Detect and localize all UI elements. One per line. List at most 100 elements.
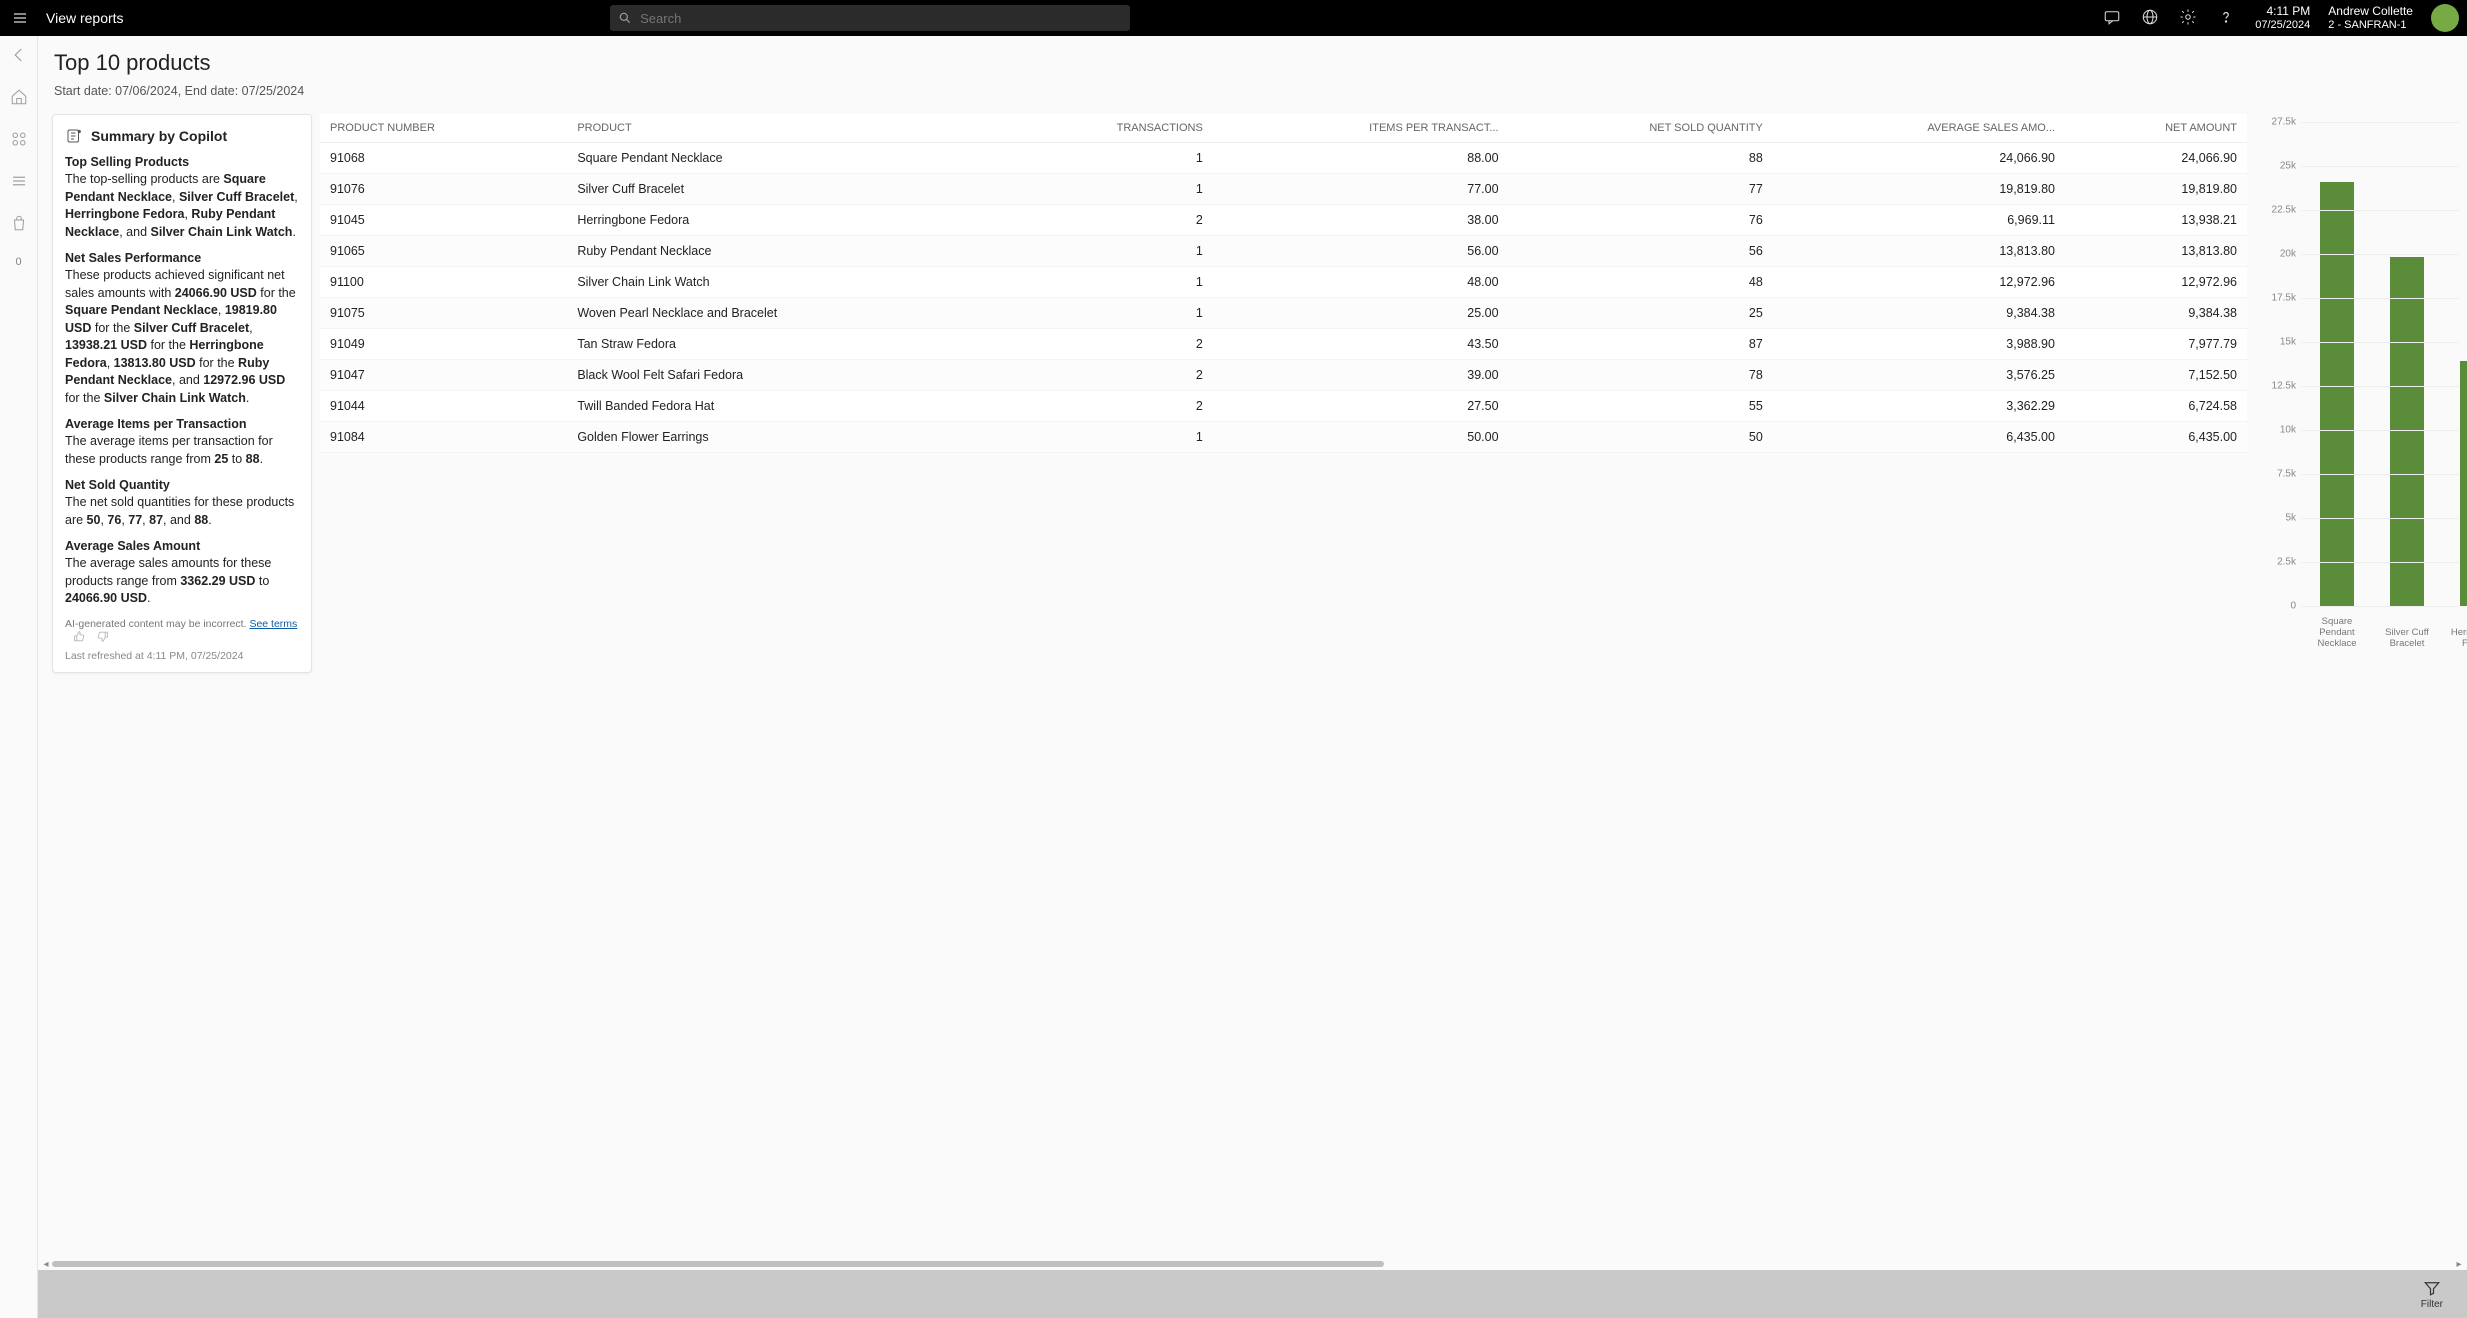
table-cell: 6,435.00	[2065, 422, 2247, 453]
table-cell: 6,435.00	[1773, 422, 2065, 453]
chart-bar[interactable]	[2320, 182, 2354, 606]
y-tick-label: 10k	[2280, 425, 2296, 436]
table-cell: 91068	[320, 143, 567, 174]
table-cell: 91044	[320, 391, 567, 422]
products-table: PRODUCT NUMBERPRODUCTTRANSACTIONSITEMS P…	[320, 114, 2247, 453]
filter-button[interactable]: Filter	[2421, 1279, 2443, 1310]
scrollbar-thumb[interactable]	[52, 1261, 1384, 1267]
table-cell: 3,988.90	[1773, 329, 2065, 360]
y-tick-label: 20k	[2280, 249, 2296, 260]
y-tick-label: 22.5k	[2272, 205, 2296, 216]
table-cell: 3,576.25	[1773, 360, 2065, 391]
table-cell: 78	[1509, 360, 1773, 391]
bag-icon[interactable]	[10, 214, 28, 232]
x-tick-label: Silver Cuff Bracelet	[2377, 628, 2437, 650]
table-row[interactable]: 91049Tan Straw Fedora243.50873,988.907,9…	[320, 329, 2247, 360]
table-cell: 12,972.96	[2065, 267, 2247, 298]
column-header[interactable]: ITEMS PER TRANSACT...	[1213, 114, 1509, 143]
table-cell: 43.50	[1213, 329, 1509, 360]
settings-icon[interactable]	[2179, 8, 2199, 28]
list-icon[interactable]	[10, 172, 28, 190]
back-icon[interactable]	[10, 46, 28, 64]
chat-icon[interactable]	[2103, 8, 2123, 28]
see-terms-link[interactable]: See terms	[249, 618, 297, 630]
thumbs-down-icon[interactable]	[96, 630, 109, 643]
table-row[interactable]: 91065Ruby Pendant Necklace156.005613,813…	[320, 236, 2247, 267]
table-cell: 9,384.38	[1773, 298, 2065, 329]
table-cell: Tan Straw Fedora	[567, 329, 1002, 360]
y-tick-label: 12.5k	[2272, 381, 2296, 392]
table-row[interactable]: 91084Golden Flower Earrings150.00506,435…	[320, 422, 2247, 453]
avatar[interactable]	[2431, 4, 2459, 32]
table-cell: 91049	[320, 329, 567, 360]
table-cell: 2	[1003, 360, 1213, 391]
column-header[interactable]: PRODUCT	[567, 114, 1002, 143]
y-tick-label: 17.5k	[2272, 293, 2296, 304]
table-row[interactable]: 91045Herringbone Fedora238.00766,969.111…	[320, 205, 2247, 236]
table-cell: 48	[1509, 267, 1773, 298]
table-row[interactable]: 91075Woven Pearl Necklace and Bracelet12…	[320, 298, 2247, 329]
column-header[interactable]: PRODUCT NUMBER	[320, 114, 567, 143]
table-cell: 3,362.29	[1773, 391, 2065, 422]
table-cell: 6,969.11	[1773, 205, 2065, 236]
copilot-section-body: These products achieved significant net …	[65, 267, 299, 407]
x-tick-label: Square Pendant Necklace	[2307, 617, 2367, 650]
hamburger-menu[interactable]	[8, 6, 32, 30]
horizontal-scrollbar[interactable]: ◂ ▸	[42, 1258, 2463, 1270]
copilot-heading: Summary by Copilot	[91, 128, 227, 144]
y-tick-label: 2.5k	[2277, 557, 2296, 568]
globe-icon[interactable]	[2141, 8, 2161, 28]
rail-number[interactable]: 0	[15, 256, 21, 268]
filter-label: Filter	[2421, 1299, 2443, 1310]
chart-bar[interactable]	[2390, 257, 2424, 606]
table-cell: Silver Cuff Bracelet	[567, 174, 1002, 205]
date-range: Start date: 07/06/2024, End date: 07/25/…	[38, 80, 2467, 108]
column-header[interactable]: TRANSACTIONS	[1003, 114, 1213, 143]
copilot-refreshed: Last refreshed at 4:11 PM, 07/25/2024	[65, 650, 299, 662]
table-cell: 91047	[320, 360, 567, 391]
apps-icon[interactable]	[10, 130, 28, 148]
column-header[interactable]: NET AMOUNT	[2065, 114, 2247, 143]
copilot-section-title: Average Items per Transaction	[65, 417, 299, 431]
copilot-section-title: Net Sold Quantity	[65, 478, 299, 492]
net-amount-bar-chart: 02.5k5k7.5k10k12.5k15k17.5k20k22.5k25k27…	[2247, 114, 2467, 654]
table-cell: Square Pendant Necklace	[567, 143, 1002, 174]
table-cell: Black Wool Felt Safari Fedora	[567, 360, 1002, 391]
chart-bar[interactable]	[2460, 361, 2467, 606]
table-cell: 13,938.21	[2065, 205, 2247, 236]
home-icon[interactable]	[10, 88, 28, 106]
table-cell: 77.00	[1213, 174, 1509, 205]
table-cell: 25	[1509, 298, 1773, 329]
table-cell: Woven Pearl Necklace and Bracelet	[567, 298, 1002, 329]
copilot-section-body: The average sales amounts for these prod…	[65, 555, 299, 608]
table-row[interactable]: 91047Black Wool Felt Safari Fedora239.00…	[320, 360, 2247, 391]
table-cell: 91084	[320, 422, 567, 453]
table-cell: Ruby Pendant Necklace	[567, 236, 1002, 267]
y-tick-label: 15k	[2280, 337, 2296, 348]
search-input[interactable]	[610, 5, 1130, 31]
table-row[interactable]: 91044Twill Banded Fedora Hat227.50553,36…	[320, 391, 2247, 422]
table-cell: 55	[1509, 391, 1773, 422]
column-header[interactable]: AVERAGE SALES AMO...	[1773, 114, 2065, 143]
table-cell: 2	[1003, 205, 1213, 236]
table-cell: Twill Banded Fedora Hat	[567, 391, 1002, 422]
user-sub: 2 - SANFRAN-1	[2328, 19, 2413, 31]
copilot-section-title: Average Sales Amount	[65, 539, 299, 553]
user-block[interactable]: Andrew Collette 2 - SANFRAN-1	[2328, 5, 2413, 30]
table-row[interactable]: 91100Silver Chain Link Watch148.004812,9…	[320, 267, 2247, 298]
table-cell: 50.00	[1213, 422, 1509, 453]
table-cell: 9,384.38	[2065, 298, 2247, 329]
thumbs-up-icon[interactable]	[73, 630, 86, 643]
copilot-section-body: The net sold quantities for these produc…	[65, 494, 299, 529]
y-tick-label: 0	[2290, 601, 2296, 612]
scroll-left-arrow[interactable]: ◂	[40, 1258, 52, 1270]
column-header[interactable]: NET SOLD QUANTITY	[1509, 114, 1773, 143]
copilot-section-body: The top-selling products are Square Pend…	[65, 171, 299, 241]
help-icon[interactable]	[2217, 8, 2237, 28]
table-row[interactable]: 91068Square Pendant Necklace188.008824,0…	[320, 143, 2247, 174]
table-cell: 12,972.96	[1773, 267, 2065, 298]
scroll-right-arrow[interactable]: ▸	[2453, 1258, 2465, 1270]
table-row[interactable]: 91076Silver Cuff Bracelet177.007719,819.…	[320, 174, 2247, 205]
copilot-section-title: Top Selling Products	[65, 155, 299, 169]
y-tick-label: 25k	[2280, 161, 2296, 172]
